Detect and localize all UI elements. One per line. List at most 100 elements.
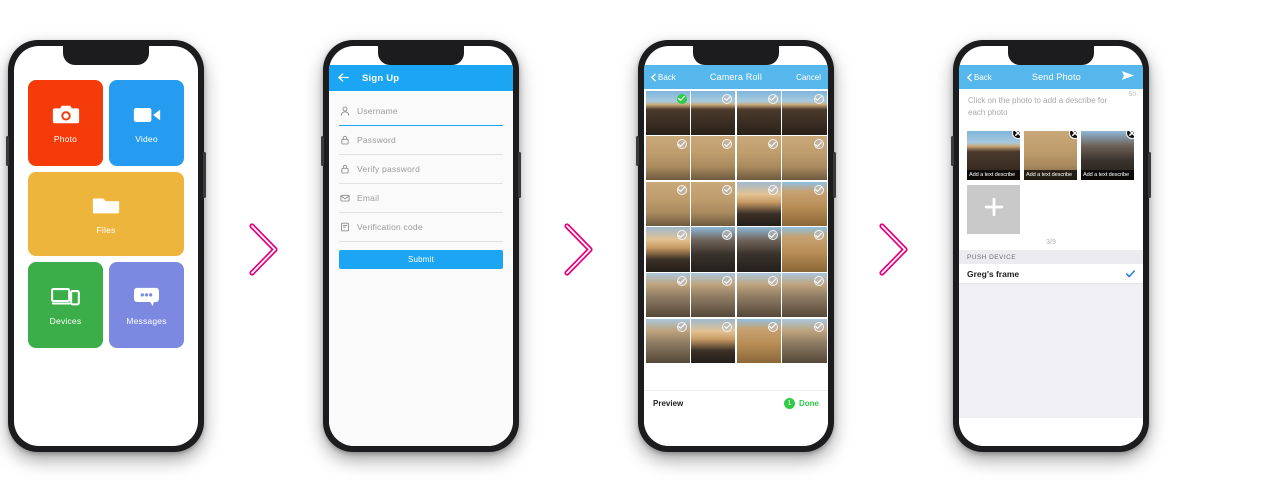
photo-select-circle-icon[interactable] (767, 139, 778, 150)
photo-caption-input[interactable]: Add a text describe (967, 170, 1020, 180)
phone-frame: Back Send Photo 50 Click on the photo to… (951, 40, 1151, 452)
photo-selected-check-icon[interactable] (676, 93, 687, 104)
photo-grid-cell[interactable] (736, 90, 781, 135)
photo-select-circle-icon[interactable] (813, 321, 824, 332)
photo-grid-cell[interactable] (645, 273, 690, 318)
home-tiles-screen: Photo Video Files Devices Messages (14, 46, 198, 446)
photo-grid-cell[interactable] (736, 136, 781, 181)
photo-grid-cell[interactable] (691, 273, 736, 318)
photo-grid-cell[interactable] (691, 90, 736, 135)
photo-select-circle-icon[interactable] (722, 184, 733, 195)
photo-grid-cell[interactable] (645, 227, 690, 272)
camera-roll-navbar: Back Camera Roll Cancel (644, 65, 828, 89)
envelope-icon (339, 193, 350, 204)
selected-photo-thumb[interactable]: Add a text describe (1081, 131, 1134, 180)
tile-label: Video (135, 133, 158, 144)
field-placeholder: Email (357, 193, 380, 203)
photo-select-circle-icon[interactable] (676, 276, 687, 286)
check-icon (1126, 265, 1135, 283)
preview-button[interactable]: Preview (653, 399, 683, 408)
phone-3-camera-roll: Back Camera Roll Cancel Preview 1 Done (630, 40, 845, 460)
back-label: Back (658, 72, 676, 82)
camera-icon (51, 103, 81, 127)
add-photo-button[interactable] (967, 185, 1020, 234)
signup-form: Username Password Verify password Email … (329, 91, 513, 269)
photo-grid-cell[interactable] (782, 181, 827, 226)
verify-password-field[interactable]: Verify password (339, 155, 503, 184)
photo-select-circle-icon[interactable] (722, 321, 733, 332)
tile-video[interactable]: Video (109, 80, 184, 166)
bottom-spacer (644, 416, 828, 446)
photo-grid-cell[interactable] (645, 318, 690, 363)
photo-select-circle-icon[interactable] (722, 93, 733, 104)
tile-messages[interactable]: Messages (109, 262, 184, 348)
photo-caption-input[interactable]: Add a text describe (1081, 170, 1134, 180)
photo-select-circle-icon[interactable] (767, 276, 778, 286)
photo-grid-cell[interactable] (736, 273, 781, 318)
email-field[interactable]: Email (339, 184, 503, 213)
photo-grid-cell[interactable] (782, 136, 827, 181)
photo-caption-input[interactable]: Add a text describe (1024, 170, 1077, 180)
selected-photo-thumb[interactable]: Add a text describe (1024, 131, 1077, 180)
note-placeholder: Click on the photo to add a describe for… (968, 96, 1108, 117)
back-label: Back (974, 72, 992, 82)
photo-grid-cell[interactable] (691, 136, 736, 181)
submit-button[interactable]: Submit (339, 250, 503, 269)
tile-files[interactable]: Files (28, 172, 184, 256)
photo-grid-cell[interactable] (782, 318, 827, 363)
send-photo-navbar: Back Send Photo (959, 65, 1143, 89)
arrow-left-icon[interactable] (338, 69, 349, 87)
photo-select-circle-icon[interactable] (676, 321, 687, 332)
phone-frame: Back Camera Roll Cancel Preview 1 Done (636, 40, 836, 452)
device-name: Greg's frame (967, 268, 1020, 279)
send-photo-screen: Back Send Photo 50 Click on the photo to… (959, 46, 1143, 446)
photo-select-circle-icon[interactable] (767, 184, 778, 195)
password-field[interactable]: Password (339, 126, 503, 155)
username-field[interactable]: Username (339, 97, 503, 126)
back-button[interactable]: Back (967, 73, 992, 82)
photo-select-circle-icon[interactable] (813, 139, 824, 150)
photo-grid-cell[interactable] (645, 181, 690, 226)
tile-label: Devices (49, 315, 82, 326)
photo-select-circle-icon[interactable] (813, 184, 824, 195)
photo-grid-cell[interactable] (782, 273, 827, 318)
photo-select-circle-icon[interactable] (813, 93, 824, 104)
tile-label: Photo (53, 133, 78, 144)
photo-select-circle-icon[interactable] (676, 184, 687, 195)
photo-select-circle-icon[interactable] (676, 230, 687, 241)
photo-grid-cell[interactable] (782, 227, 827, 272)
phone-1-home: Photo Video Files Devices Messages (0, 40, 215, 460)
photo-grid-cell[interactable] (645, 136, 690, 181)
photo-grid-cell[interactable] (736, 227, 781, 272)
photo-grid-cell[interactable] (645, 90, 690, 135)
signup-navbar: Sign Up (329, 65, 513, 91)
done-button[interactable]: Done (799, 399, 819, 408)
photo-grid-cell[interactable] (691, 181, 736, 226)
photo-select-circle-icon[interactable] (676, 139, 687, 150)
chevron-right-icon (249, 223, 278, 276)
field-placeholder: Username (357, 106, 398, 116)
photo-select-circle-icon[interactable] (767, 93, 778, 104)
page-title: Send Photo (1031, 72, 1081, 82)
phone-screen: Back Send Photo 50 Click on the photo to… (959, 46, 1143, 446)
description-note-area[interactable]: 50 Click on the photo to add a describe … (959, 89, 1143, 131)
done-area[interactable]: 1 Done (784, 398, 819, 409)
tile-photo[interactable]: Photo (28, 80, 103, 166)
photo-select-circle-icon[interactable] (813, 230, 824, 241)
back-button[interactable]: Back (651, 73, 676, 82)
photo-select-circle-icon[interactable] (767, 321, 778, 332)
photo-grid-cell[interactable] (736, 181, 781, 226)
chevron-right-icon (879, 223, 908, 276)
tile-devices[interactable]: Devices (28, 262, 103, 348)
selected-photo-thumb[interactable]: Add a text describe (967, 131, 1020, 180)
photo-grid-cell[interactable] (736, 318, 781, 363)
photo-grid-cell[interactable] (691, 318, 736, 363)
cancel-button[interactable]: Cancel (796, 73, 821, 82)
photo-select-circle-icon[interactable] (813, 276, 824, 286)
verification-code-field[interactable]: Verification code (339, 213, 503, 242)
photo-grid-cell[interactable] (691, 227, 736, 272)
device-row-gregs-frame[interactable]: Greg's frame (959, 264, 1143, 284)
photo-grid-cell[interactable] (782, 90, 827, 135)
send-icon[interactable] (1121, 68, 1135, 86)
bottom-spacer (959, 418, 1143, 446)
